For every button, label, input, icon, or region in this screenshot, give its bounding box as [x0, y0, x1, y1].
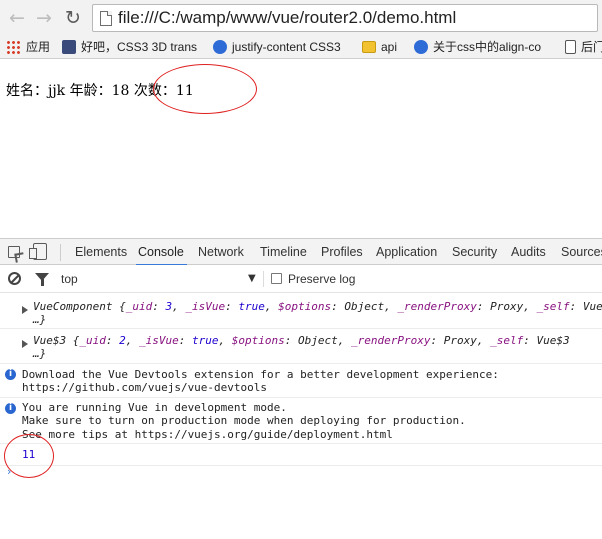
prop-value: Vue [582, 300, 602, 313]
prop-key: _uid [125, 300, 153, 313]
console-toolbar: top ▼ Preserve log [0, 265, 602, 293]
name-value: jjk [48, 83, 66, 99]
info-icon: i [5, 403, 16, 414]
prop-value: Proxy [443, 334, 477, 347]
age-value: 18 [111, 83, 130, 99]
bookmark-align-content[interactable]: 关于css中的align-co [414, 38, 541, 57]
prop-key: _isVue [185, 300, 226, 313]
tab-sources[interactable]: Sources [561, 239, 602, 265]
console-message-vue-root[interactable]: Vue$3 {_uid: 2, _isVue: true, $options: … [0, 329, 602, 364]
prop-key: _self [536, 300, 570, 313]
bookmark-label: 应用 [26, 40, 51, 54]
age-label: 年龄： [69, 83, 112, 99]
bookmark-label: api [381, 40, 398, 54]
tab-profiles[interactable]: Profiles [321, 239, 363, 265]
apps-grid-icon [6, 40, 21, 54]
back-arrow-icon[interactable]: ← [6, 7, 28, 29]
info-line: Make sure to turn on production mode whe… [22, 414, 466, 427]
tab-network[interactable]: Network [198, 239, 244, 265]
red-annotation-circle [4, 434, 54, 478]
url-text[interactable]: file:///C:/wamp/www/vue/router2.0/demo.h… [118, 8, 456, 28]
info-line: See more tips at https://vuejs.org/guide… [22, 428, 393, 441]
object-preview: VueComponent {_uid: 3, _isVue: true, $op… [33, 300, 602, 313]
tab-audits[interactable]: Audits [511, 239, 546, 265]
prop-key: $options [278, 300, 332, 313]
object-name: VueComponent [33, 300, 113, 313]
prop-value: true [238, 300, 265, 313]
expand-arrow-icon[interactable] [22, 340, 28, 348]
bookmark-label: 关于css中的align-co [433, 40, 542, 54]
prop-key: _renderProxy [350, 334, 431, 347]
prop-value: true [192, 334, 219, 347]
name-label: 姓名： [6, 83, 48, 99]
tab-application[interactable]: Application [376, 239, 437, 265]
prop-value: 2 [119, 334, 126, 347]
brace: { [112, 300, 126, 313]
prop-key: _isVue [139, 334, 179, 347]
info-line: You are running Vue in development mode. [22, 401, 287, 414]
divider [263, 271, 264, 287]
tab-console[interactable]: Console [136, 239, 187, 266]
folder-icon [362, 41, 376, 53]
tab-timeline[interactable]: Timeline [260, 239, 307, 265]
bookmark-label: 后门 [581, 40, 602, 54]
prop-value: Object [344, 300, 385, 313]
dropdown-arrow-icon[interactable]: ▼ [248, 273, 256, 284]
console-output-row: 11 [0, 444, 602, 466]
object-preview: Vue$3 {_uid: 2, _isVue: true, $options: … [33, 334, 570, 347]
info-icon: i [5, 369, 16, 380]
bookmark-favicon-icon [62, 40, 76, 54]
prop-value: Object [297, 334, 338, 347]
bookmark-css3-3d[interactable]: 好吧，CSS3 3D trans [62, 38, 197, 57]
bookmark-label: justify-content CSS3 [232, 40, 341, 54]
red-annotation-circle [153, 64, 257, 114]
address-bar[interactable]: file:///C:/wamp/www/vue/router2.0/demo.h… [92, 4, 598, 32]
object-preview-more: …} [33, 347, 47, 360]
reload-icon[interactable]: ↻ [62, 7, 84, 29]
blue-favicon-icon [414, 40, 428, 54]
device-toolbar-icon[interactable] [29, 243, 47, 260]
inspect-element-icon[interactable] [8, 246, 20, 258]
prop-value: Vue$3 [536, 334, 570, 347]
console-message-vuecomponent[interactable]: VueComponent {_uid: 3, _isVue: true, $op… [0, 293, 602, 329]
context-selector[interactable]: top [61, 272, 78, 286]
prop-key: $options [231, 334, 285, 347]
object-name: Vue$3 [33, 334, 67, 347]
document-icon [565, 40, 576, 54]
preserve-log-label: Preserve log [288, 272, 356, 286]
bookmark-label: 好吧，CSS3 3D trans [81, 40, 198, 54]
tab-elements[interactable]: Elements [75, 239, 127, 265]
forward-arrow-icon[interactable]: → [33, 7, 55, 29]
devtools-tabbar: Elements Console Network Timeline Profil… [0, 238, 602, 266]
filter-icon[interactable] [35, 273, 49, 286]
info-line-link[interactable]: https://github.com/vuejs/vue-devtools [22, 381, 267, 394]
bookmarks-bar: 应用 好吧，CSS3 3D trans justify-content CSS3… [0, 36, 602, 59]
clear-console-icon[interactable] [8, 272, 21, 285]
console-message-devtools-info: i Download the Vue Devtools extension fo… [0, 364, 602, 398]
prop-key: _renderProxy [397, 300, 477, 313]
prop-key: _self [490, 334, 524, 347]
blue-favicon-icon [213, 40, 227, 54]
bookmark-justify-content[interactable]: justify-content CSS3 [213, 38, 341, 57]
brace: { [66, 334, 80, 347]
bookmark-houmen[interactable]: 后门 [565, 38, 602, 57]
prop-value: Proxy [490, 300, 524, 313]
bookmark-api-folder[interactable]: api [362, 38, 397, 57]
bookmark-apps[interactable]: 应用 [6, 38, 50, 57]
tab-security[interactable]: Security [452, 239, 497, 265]
preserve-log-checkbox[interactable] [271, 273, 282, 284]
prop-key: _uid [79, 334, 106, 347]
expand-arrow-icon[interactable] [22, 306, 28, 314]
object-preview-more: …} [33, 313, 47, 326]
browser-toolbar: ← → ↻ file:///C:/wamp/www/vue/router2.0/… [0, 0, 602, 36]
page-icon [100, 11, 112, 26]
info-line: Download the Vue Devtools extension for … [22, 368, 499, 381]
console-message-dev-mode: i You are running Vue in development mod… [0, 398, 602, 444]
divider [60, 244, 61, 261]
